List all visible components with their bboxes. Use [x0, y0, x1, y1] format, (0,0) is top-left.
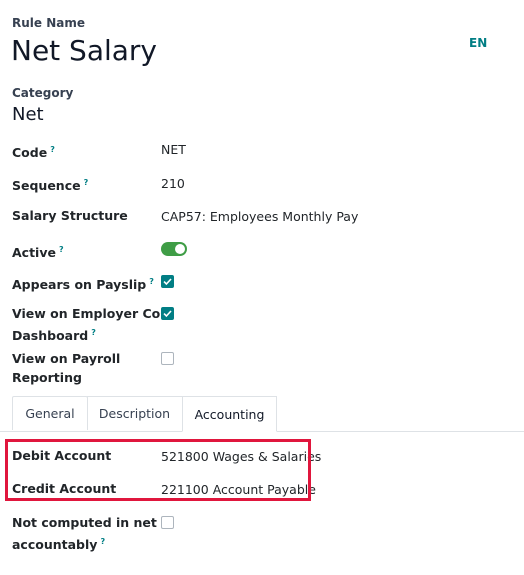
- active-toggle[interactable]: [161, 242, 187, 256]
- not-computed-label: Not computed in net accountably?: [12, 513, 157, 554]
- toggle-knob: [175, 244, 185, 254]
- view-employer-cost-label-line2: Dashboard: [12, 328, 89, 344]
- help-tooltip-icon[interactable]: ?: [100, 537, 105, 546]
- not-computed-checkbox[interactable]: [161, 516, 174, 529]
- appears-on-payslip-label: Appears on Payslip?: [12, 272, 154, 294]
- active-label: Active?: [12, 240, 64, 262]
- sequence-label-text: Sequence: [12, 178, 81, 194]
- help-tooltip-icon[interactable]: ?: [59, 245, 64, 254]
- salary-structure-value[interactable]: CAP57: Employees Monthly Pay: [161, 209, 358, 224]
- view-payroll-reporting-label-line1: View on Payroll: [12, 351, 121, 366]
- appears-on-payslip-label-text: Appears on Payslip: [12, 277, 147, 293]
- view-employer-cost-label-line1: View on Employer Cost: [12, 306, 174, 321]
- active-label-text: Active: [12, 245, 56, 261]
- sequence-label: Sequence?: [12, 173, 88, 195]
- check-icon: [163, 310, 172, 318]
- category-label: Category: [12, 86, 74, 100]
- view-payroll-reporting-checkbox[interactable]: [161, 352, 174, 365]
- help-tooltip-icon[interactable]: ?: [50, 145, 55, 154]
- tab-description[interactable]: Description: [87, 396, 183, 430]
- code-value[interactable]: NET: [161, 142, 186, 157]
- tab-accounting[interactable]: Accounting: [182, 396, 277, 432]
- rule-name-label: Rule Name: [12, 16, 85, 30]
- salary-structure-label: Salary Structure: [12, 208, 128, 223]
- code-label-text: Code: [12, 145, 48, 161]
- view-employer-cost-label: View on Employer Cost Dashboard?: [12, 304, 174, 345]
- help-tooltip-icon[interactable]: ?: [84, 178, 89, 187]
- view-employer-cost-checkbox[interactable]: [161, 307, 174, 320]
- sequence-value[interactable]: 210: [161, 176, 185, 191]
- help-tooltip-icon[interactable]: ?: [91, 328, 96, 337]
- appears-on-payslip-checkbox[interactable]: [161, 275, 174, 288]
- language-button[interactable]: EN: [469, 36, 487, 50]
- view-payroll-reporting-label: View on Payroll Reporting: [12, 349, 120, 387]
- not-computed-label-line2: accountably: [12, 537, 98, 553]
- not-computed-label-line1: Not computed in net: [12, 515, 157, 530]
- check-icon: [163, 278, 172, 286]
- help-tooltip-icon[interactable]: ?: [149, 277, 154, 286]
- tab-general[interactable]: General: [12, 396, 88, 430]
- code-label: Code?: [12, 140, 55, 162]
- accounts-highlight-box: [5, 439, 311, 501]
- view-payroll-reporting-label-line2: Reporting: [12, 370, 82, 385]
- category-value[interactable]: Net: [12, 104, 44, 125]
- rule-name-title[interactable]: Net Salary: [11, 34, 157, 67]
